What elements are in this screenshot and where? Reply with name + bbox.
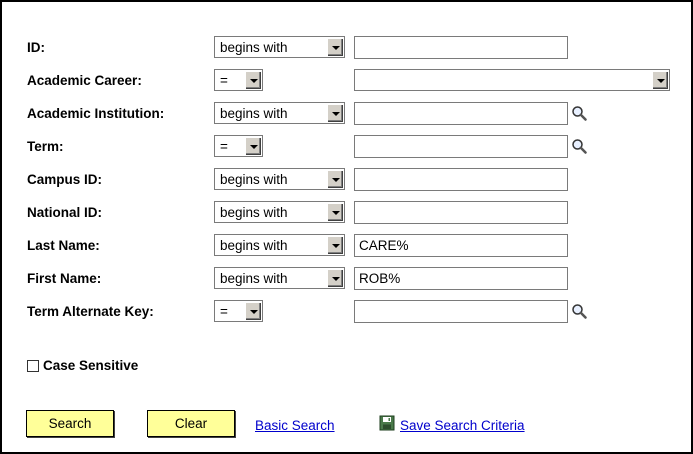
field-label-campus-id: Campus ID: (27, 172, 103, 187)
chevron-down-icon[interactable] (652, 71, 668, 89)
field-row-academic-institution: Academic Institution: begins with (2, 101, 691, 127)
field-row-national-id: National ID: begins with (2, 200, 691, 226)
national-id-input[interactable] (354, 201, 568, 224)
operator-select-term-alternate-key[interactable]: = (214, 300, 263, 322)
field-label-id: ID: (27, 40, 45, 55)
magnifier-icon[interactable] (571, 303, 587, 319)
id-input[interactable] (354, 36, 568, 59)
case-sensitive-checkbox[interactable] (27, 360, 39, 372)
chevron-down-icon[interactable] (327, 269, 343, 287)
field-label-academic-institution: Academic Institution: (27, 106, 165, 121)
save-search-criteria-link[interactable]: Save Search Criteria (400, 418, 525, 433)
first-name-input[interactable] (354, 267, 568, 290)
last-name-input[interactable] (354, 234, 568, 257)
search-criteria-panel: ID: begins with Academic Career: = Acade… (0, 0, 693, 454)
magnifier-icon[interactable] (571, 138, 587, 154)
case-sensitive-label: Case Sensitive (43, 358, 139, 373)
field-row-academic-career: Academic Career: = (2, 68, 691, 94)
field-label-first-name: First Name: (27, 271, 102, 286)
field-row-campus-id: Campus ID: begins with (2, 167, 691, 193)
search-button[interactable]: Search (26, 410, 114, 437)
floppy-disk-icon[interactable] (379, 415, 395, 431)
chevron-down-icon[interactable] (327, 38, 343, 56)
field-label-term-alternate-key: Term Alternate Key: (27, 304, 154, 319)
field-row-id: ID: begins with (2, 35, 691, 61)
operator-select-academic-institution[interactable]: begins with (214, 102, 345, 124)
operator-select-id[interactable]: begins with (214, 36, 345, 58)
campus-id-input[interactable] (354, 168, 568, 191)
academic-institution-input[interactable] (354, 102, 568, 125)
field-row-first-name: First Name: begins with (2, 266, 691, 292)
operator-select-term[interactable]: = (214, 135, 263, 157)
chevron-down-icon[interactable] (327, 236, 343, 254)
field-row-term-alternate-key: Term Alternate Key: = (2, 299, 691, 325)
chevron-down-icon[interactable] (245, 302, 261, 320)
field-label-national-id: National ID: (27, 205, 103, 220)
chevron-down-icon[interactable] (245, 71, 261, 89)
operator-select-last-name[interactable]: begins with (214, 234, 345, 256)
magnifier-icon[interactable] (571, 105, 587, 121)
chevron-down-icon[interactable] (245, 137, 261, 155)
field-row-last-name: Last Name: begins with (2, 233, 691, 259)
field-label-academic-career: Academic Career: (27, 73, 142, 88)
clear-button[interactable]: Clear (147, 410, 235, 437)
chevron-down-icon[interactable] (327, 104, 343, 122)
field-label-term: Term: (27, 139, 64, 154)
chevron-down-icon[interactable] (327, 203, 343, 221)
operator-select-academic-career[interactable]: = (214, 69, 263, 91)
field-label-last-name: Last Name: (27, 238, 100, 253)
field-row-term: Term: = (2, 134, 691, 160)
basic-search-link[interactable]: Basic Search (255, 418, 335, 433)
academic-career-select[interactable] (354, 69, 670, 91)
chevron-down-icon[interactable] (327, 170, 343, 188)
operator-select-national-id[interactable]: begins with (214, 201, 345, 223)
operator-select-campus-id[interactable]: begins with (214, 168, 345, 190)
operator-select-first-name[interactable]: begins with (214, 267, 345, 289)
term-alternate-key-input[interactable] (354, 300, 568, 323)
term-input[interactable] (354, 135, 568, 158)
